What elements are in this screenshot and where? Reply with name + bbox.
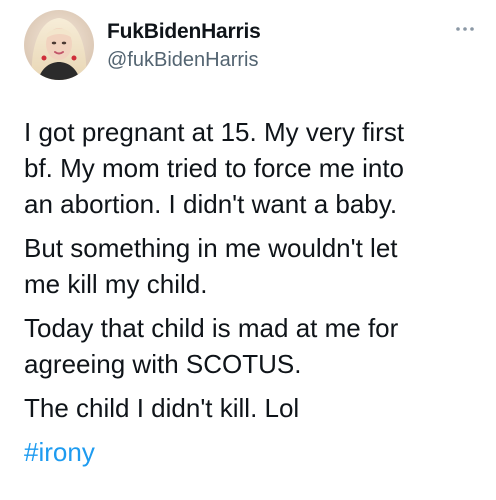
text-line: Today that child is mad at me for	[24, 313, 399, 343]
tweet-paragraph: I got pregnant at 15. My very first bf. …	[24, 114, 476, 222]
text-line: But something in me wouldn't let	[24, 233, 398, 263]
handle[interactable]: @fukBidenHarris	[107, 47, 261, 73]
more-horizontal-icon	[456, 27, 474, 31]
author-names: FukBidenHarris @fukBidenHarris	[107, 19, 261, 73]
tweet-card: FukBidenHarris @fukBidenHarris I got pre…	[0, 0, 496, 500]
tweet-paragraph: The child I didn't kill. Lol	[24, 390, 476, 426]
display-name[interactable]: FukBidenHarris	[107, 19, 261, 45]
avatar-image	[24, 10, 94, 80]
avatar[interactable]	[24, 10, 94, 80]
text-line: me kill my child.	[24, 269, 208, 299]
hashtag-link[interactable]: #irony	[24, 434, 476, 470]
more-options-button[interactable]	[454, 22, 476, 34]
text-line: I got pregnant at 15. My very first	[24, 117, 405, 147]
text-line: an abortion. I didn't want a baby.	[24, 189, 398, 219]
tweet-header: FukBidenHarris @fukBidenHarris	[24, 10, 476, 80]
tweet-paragraph: But something in me wouldn't let me kill…	[24, 230, 476, 302]
text-line: bf. My mom tried to force me into	[24, 153, 405, 183]
tweet-text: I got pregnant at 15. My very first bf. …	[24, 114, 476, 470]
text-line: agreeing with SCOTUS.	[24, 349, 302, 379]
tweet-paragraph: Today that child is mad at me for agreei…	[24, 310, 476, 382]
text-line: The child I didn't kill. Lol	[24, 393, 300, 423]
